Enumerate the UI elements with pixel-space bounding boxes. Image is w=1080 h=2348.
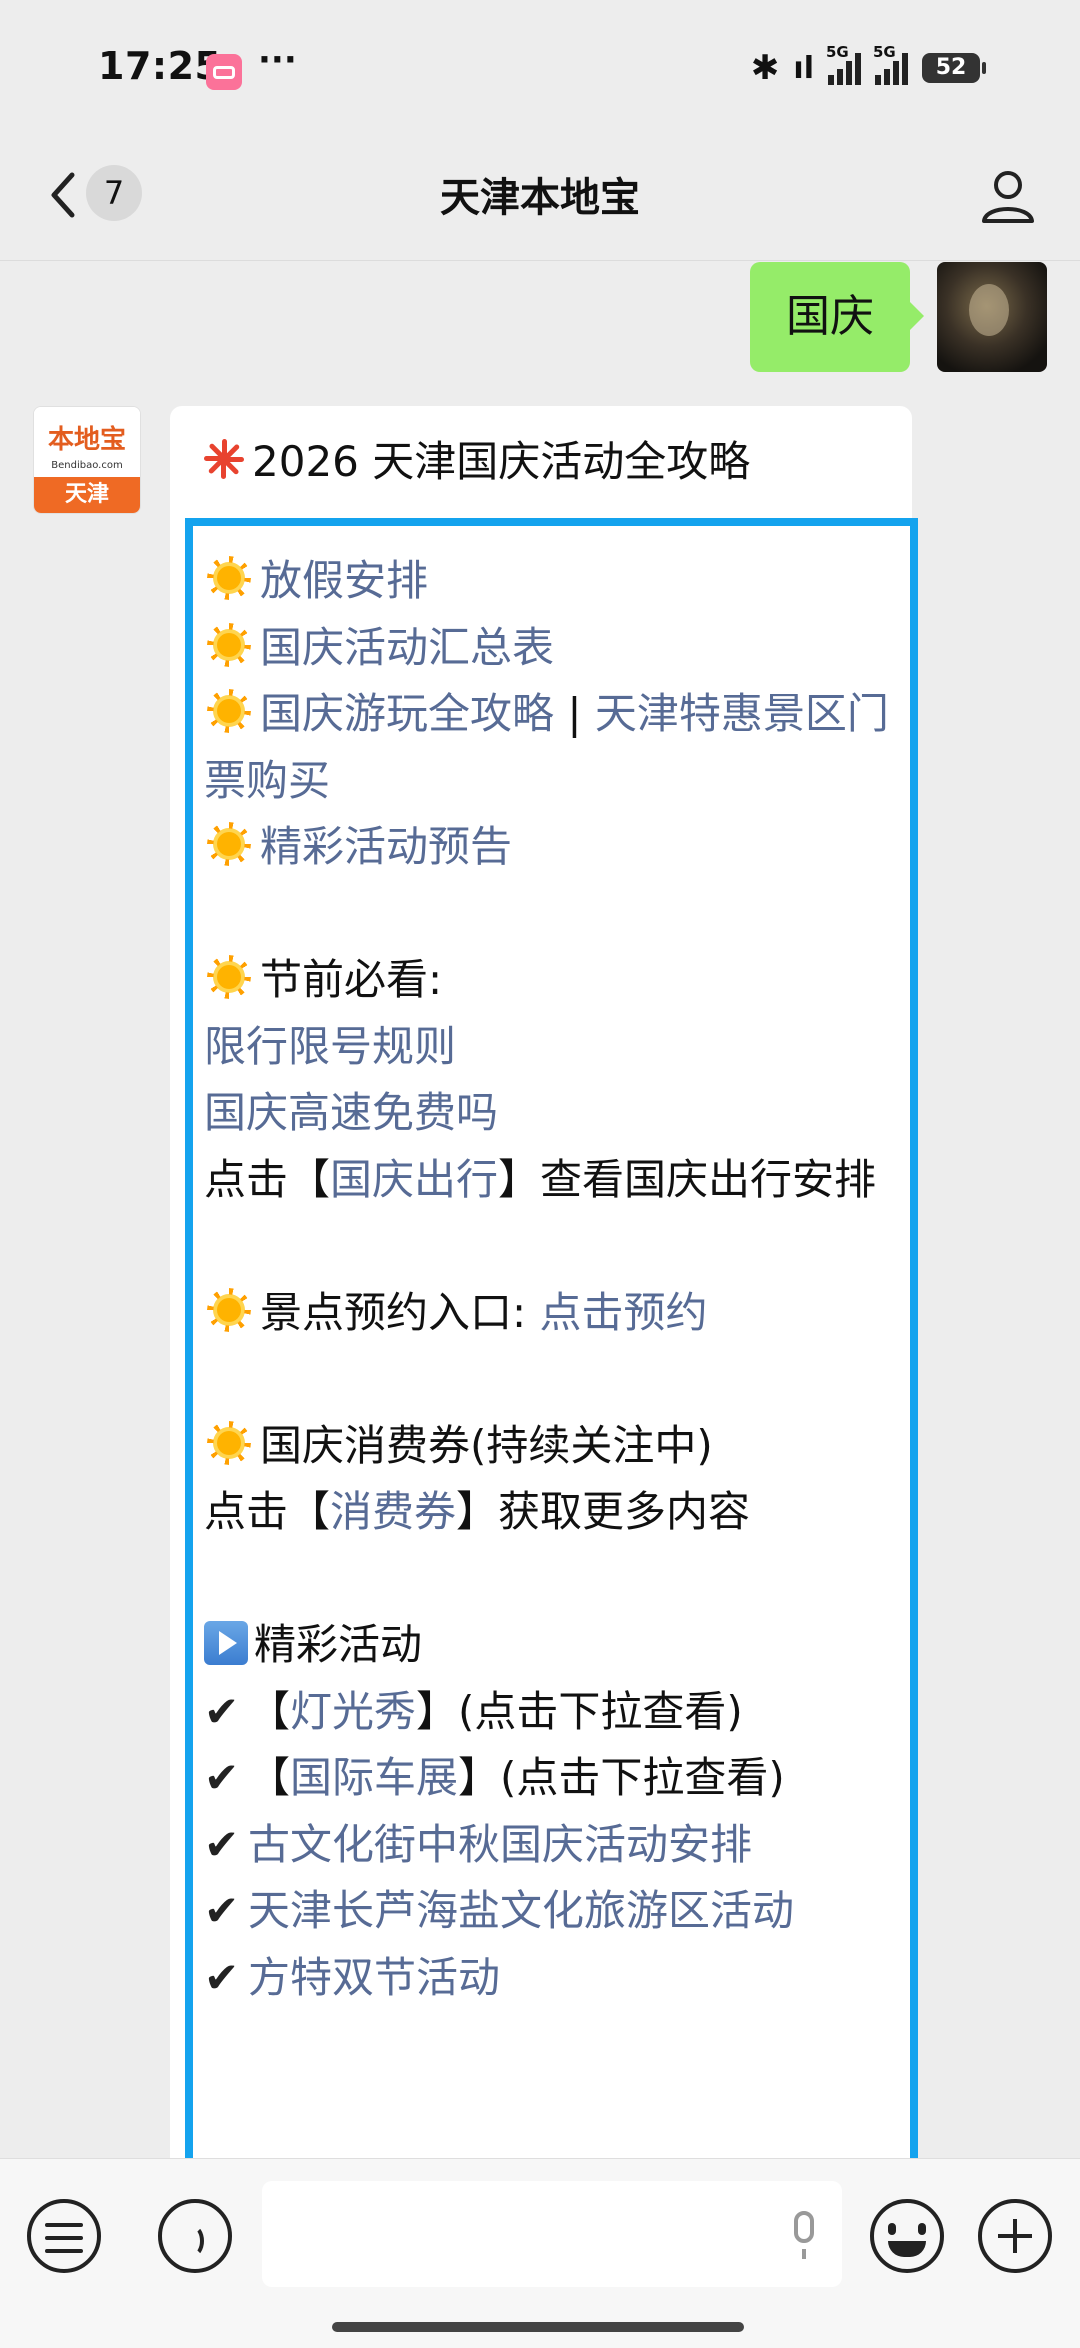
profile-icon[interactable] [976, 163, 1040, 227]
voice-input-icon[interactable] [158, 2199, 232, 2273]
sun-icon [204, 1289, 254, 1333]
link-national-day-travel[interactable]: 国庆出行 [330, 1155, 498, 1204]
incoming-message: 2026 天津国庆活动全攻略 放假安排 国庆活动汇总表 国庆游玩全攻略 | 天津… [170, 406, 912, 2236]
link-click-to-book[interactable]: 点击预约 [540, 1288, 708, 1337]
checkmark-icon: ✔ [204, 1686, 240, 1736]
link-holiday-schedule[interactable]: 放假安排 [260, 556, 428, 605]
signal-icon-2: 5G [873, 43, 908, 85]
sun-icon [204, 956, 254, 1000]
bluetooth-icon: ✱ [750, 48, 780, 88]
must-see-label: 节前必看: [260, 955, 443, 1004]
home-indicator[interactable] [332, 2322, 744, 2332]
chat-header: 7 天津本地宝 [0, 135, 1080, 261]
sun-icon [204, 557, 254, 601]
link-activity-summary[interactable]: 国庆活动汇总表 [260, 623, 554, 672]
link-fantawild-events[interactable]: 方特双节活动 [248, 1953, 500, 2002]
plus-icon[interactable] [978, 2199, 1052, 2273]
input-bar [0, 2158, 1080, 2348]
checkmark-icon: ✔ [204, 1886, 240, 1935]
sun-icon [204, 823, 254, 867]
emoji-icon[interactable] [870, 2199, 944, 2273]
message-body: 放假安排 国庆活动汇总表 国庆游玩全攻略 | 天津特惠景区门票购买 精彩活动预告… [204, 548, 894, 2011]
status-time: 17:25 [98, 44, 222, 88]
sun-icon [204, 1422, 254, 1466]
voucher-title: 国庆消费券(持续关注中) [260, 1420, 713, 1470]
sun-icon [204, 624, 254, 668]
events-title: 精彩活动 [254, 1620, 423, 1669]
outgoing-message[interactable]: 国庆 [750, 262, 924, 372]
sun-icon [204, 690, 254, 734]
checkmark-icon: ✔ [204, 1952, 240, 2002]
bilibili-icon [206, 54, 242, 90]
bot-logo-url: Bendibao.com [51, 460, 123, 471]
checkmark-icon: ✔ [204, 1819, 240, 1869]
checkmark-icon: ✔ [204, 1753, 240, 1802]
microphone-icon[interactable] [794, 2211, 814, 2259]
play-button-icon [204, 1621, 248, 1665]
link-ancient-culture-street[interactable]: 古文化街中秋国庆活动安排 [248, 1820, 752, 1869]
chat-title: 天津本地宝 [440, 175, 640, 221]
signal-icon: 5G [826, 43, 861, 85]
earbuds-icon: ıl [793, 50, 814, 86]
firework-icon [200, 435, 248, 483]
more-notifications-icon: ··· [258, 40, 297, 80]
message-title: 2026 天津国庆活动全攻略 [200, 428, 750, 489]
link-auto-show[interactable]: 国际车展 [290, 1753, 458, 1802]
status-icons: ✱ ıl 5G 5G 52 [750, 43, 986, 88]
bot-avatar[interactable]: 本地宝 Bendibao.com 天津 [33, 406, 141, 514]
battery-icon: 52 [922, 53, 986, 83]
link-voucher[interactable]: 消费券 [330, 1487, 456, 1536]
link-highway-free[interactable]: 国庆高速免费吗 [204, 1088, 498, 1137]
link-event-preview[interactable]: 精彩活动预告 [260, 822, 512, 871]
user-avatar[interactable] [937, 262, 1047, 372]
message-input[interactable] [262, 2181, 842, 2287]
link-travel-guide[interactable]: 国庆游玩全攻略 [260, 689, 554, 738]
link-traffic-restriction[interactable]: 限行限号规则 [204, 1022, 456, 1071]
scenic-booking-label: 景点预约入口: [260, 1287, 527, 1337]
bot-logo-city: 天津 [34, 477, 140, 513]
link-changlu-salt-area[interactable]: 天津长芦海盐文化旅游区活动 [248, 1886, 794, 1935]
bot-logo-text: 本地宝 [47, 425, 126, 455]
menu-list-icon[interactable] [27, 2199, 101, 2273]
status-bar: 17:25 ··· ✱ ıl 5G 5G 52 [0, 0, 1080, 135]
link-light-show[interactable]: 灯光秀 [290, 1687, 416, 1736]
